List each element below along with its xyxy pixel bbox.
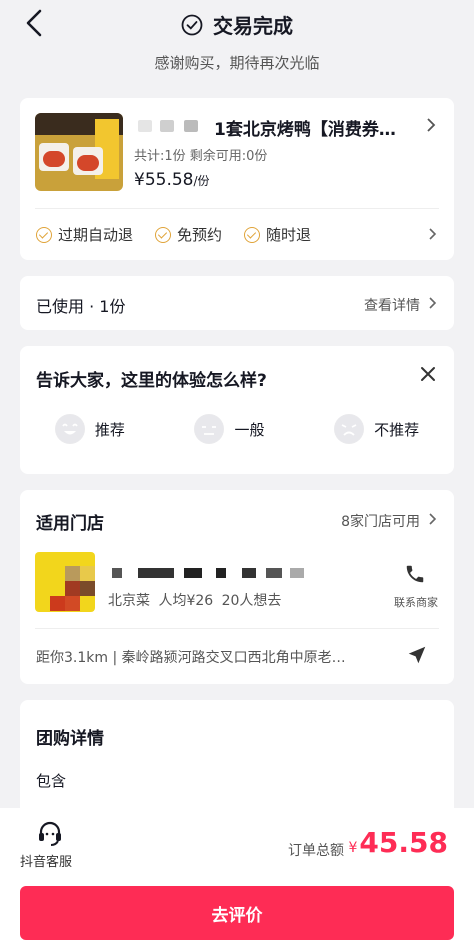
blurred-store-name-3 — [184, 568, 202, 578]
blurred-shop-name — [138, 120, 152, 132]
usage-text: 已使用 · 1份 — [36, 297, 126, 316]
tag-label: 随时退 — [266, 226, 312, 244]
review-options: 推荐 一般 不推荐 — [20, 414, 454, 444]
policy-tags[interactable]: 过期自动退 免预约 随时退 — [36, 224, 311, 245]
title-wrap: 交易完成 — [0, 10, 474, 39]
blurred-store-name-7 — [290, 568, 304, 578]
blurred-store-name-4 — [216, 568, 226, 578]
check-badge-icon — [244, 226, 261, 243]
group-include-label: 包含 — [36, 772, 67, 790]
happy-face-icon — [54, 414, 85, 444]
blurred-store-name-2 — [138, 568, 174, 578]
order-total-label: 订单总额 — [288, 843, 344, 859]
review-button[interactable]: 去评价 — [20, 886, 454, 940]
tag-auto-refund: 过期自动退 — [36, 224, 133, 245]
review-option-not-recommend[interactable]: 不推荐 — [334, 414, 419, 444]
divider — [35, 628, 439, 629]
product-thumbnail — [35, 113, 123, 191]
store-address: 距你3.1km | 秦岭路颍河路交叉口西北角中原老… — [36, 650, 346, 666]
store-count-link[interactable]: 8家门店可用 — [341, 511, 420, 531]
currency-symbol: ¥ — [348, 840, 358, 856]
close-icon[interactable] — [418, 364, 438, 384]
product-price: ¥55.58/份 — [134, 170, 210, 190]
usage-row[interactable]: 已使用 · 1份 查看详情 — [20, 276, 454, 330]
product-quantity-info: 共计:1份 剩余可用:0份 — [134, 149, 268, 164]
header: 交易完成 感谢购买，期待再次光临 — [0, 0, 474, 90]
divider — [35, 208, 439, 209]
view-details-link[interactable]: 查看详情 — [364, 295, 420, 315]
price-unit: /份 — [193, 174, 210, 188]
tag-label: 免预约 — [177, 226, 223, 244]
sad-face-icon — [334, 414, 365, 444]
page-title: 交易完成 — [213, 14, 293, 38]
blurred-shop-name-2 — [160, 120, 174, 132]
review-option-label: 推荐 — [94, 420, 125, 439]
product-card[interactable]: 1套北京烤鸭【消费券… 共计:1份 剩余可用:0份 ¥55.58/份 过期自动退… — [20, 98, 454, 260]
contact-merchant-label[interactable]: 联系商家 — [394, 594, 438, 610]
store-card: 适用门店 8家门店可用 北京菜 人均¥26 20人想去 联系商家 距你3.1km… — [20, 490, 454, 684]
review-option-neutral[interactable]: 一般 — [194, 414, 264, 444]
blurred-shop-name-3 — [184, 120, 198, 132]
group-details-title: 团购详情 — [36, 729, 104, 749]
chevron-right-icon — [427, 118, 436, 132]
blurred-store-name-6 — [266, 568, 282, 578]
review-prompt-card: 告诉大家，这里的体验怎么样? 推荐 一般 不推荐 — [20, 346, 454, 474]
chevron-right-icon — [429, 297, 437, 309]
check-badge-icon — [155, 226, 172, 243]
review-option-label: 不推荐 — [374, 420, 420, 439]
chevron-right-icon — [429, 513, 437, 525]
order-total-amount: ¥45.58 — [349, 826, 449, 859]
check-circle-icon — [181, 14, 203, 35]
total-value: 45.58 — [359, 826, 448, 859]
tag-anytime-refund: 随时退 — [244, 224, 311, 245]
product-name: 1套北京烤鸭【消费券… — [214, 120, 396, 140]
check-badge-icon — [36, 226, 52, 243]
neutral-face-icon — [194, 414, 225, 444]
blurred-store-name-5 — [242, 568, 256, 578]
review-option-label: 一般 — [234, 420, 265, 439]
store-meta: 北京菜 人均¥26 20人想去 — [108, 593, 282, 609]
blurred-store-name — [112, 568, 122, 578]
chevron-right-icon — [429, 228, 437, 240]
price-value: ¥55.58 — [134, 170, 194, 190]
customer-service-label[interactable]: 抖音客服 — [20, 851, 72, 870]
store-section-title: 适用门店 — [36, 514, 104, 534]
navigation-icon[interactable] — [406, 644, 428, 666]
tag-label: 过期自动退 — [58, 226, 134, 244]
review-option-recommend[interactable]: 推荐 — [54, 414, 125, 444]
store-image[interactable] — [35, 552, 95, 612]
customer-service-icon[interactable] — [36, 820, 64, 848]
phone-icon[interactable] — [404, 563, 426, 585]
tag-no-reservation: 免预约 — [155, 224, 222, 245]
review-question: 告诉大家，这里的体验怎么样? — [36, 371, 267, 391]
bottom-bar: 抖音客服 订单总额 ¥45.58 去评价 — [0, 808, 474, 948]
page-subtitle: 感谢购买，期待再次光临 — [154, 54, 320, 72]
